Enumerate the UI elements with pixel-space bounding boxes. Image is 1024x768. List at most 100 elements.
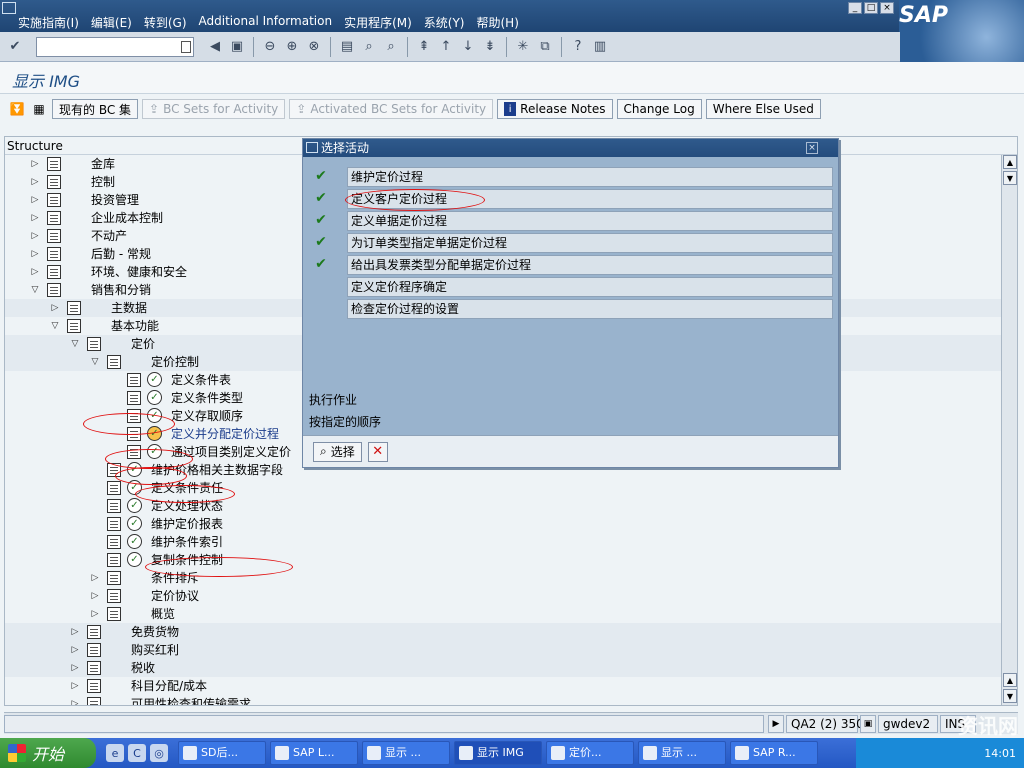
tree-node[interactable]: ✓ 维护定价报表: [5, 515, 1017, 533]
documentation-icon[interactable]: [47, 229, 61, 243]
documentation-icon[interactable]: [67, 301, 81, 315]
expand-triangle-icon[interactable]: ▷: [69, 695, 81, 705]
documentation-icon[interactable]: [107, 571, 121, 585]
tree-node[interactable]: ▷ 税收: [5, 659, 1017, 677]
menu-edit[interactable]: 编辑(E): [91, 14, 132, 31]
execute-activity-icon[interactable]: ✓: [127, 462, 142, 477]
documentation-icon[interactable]: [47, 157, 61, 171]
where-else-used-button[interactable]: Where Else Used: [705, 99, 821, 119]
documentation-icon[interactable]: [87, 697, 101, 705]
expand-triangle-icon[interactable]: ▷: [89, 587, 101, 605]
collapse-triangle-icon[interactable]: ▽: [89, 353, 101, 371]
activated-bc-sets-button[interactable]: ⇪ Activated BC Sets for Activity: [289, 99, 494, 119]
cancel-icon[interactable]: ⊗: [305, 38, 323, 56]
activity-label[interactable]: 维护定价过程: [347, 167, 833, 187]
menu-implementation-guide[interactable]: 实施指南(I): [18, 14, 79, 31]
help-icon[interactable]: ?: [569, 38, 587, 56]
activity-item[interactable]: ✔ 定义单据定价过程: [311, 211, 833, 231]
last-page-icon[interactable]: ⇟: [481, 38, 499, 56]
execute-activity-icon[interactable]: ✓: [147, 372, 162, 387]
find-next-icon[interactable]: ⌕: [382, 38, 400, 56]
bc-sets-for-activity-button[interactable]: ⇪ BC Sets for Activity: [142, 99, 286, 119]
tree-node[interactable]: ▷ 条件排斥: [5, 569, 1017, 587]
status-info-icon[interactable]: ▣: [860, 715, 876, 733]
select-button[interactable]: ⌕ 选择: [313, 441, 362, 462]
documentation-icon[interactable]: [127, 373, 141, 387]
expand-triangle-icon[interactable]: ▷: [69, 641, 81, 659]
task-button[interactable]: 定价...: [546, 741, 634, 765]
activity-label[interactable]: 定义客户定价过程: [347, 189, 833, 209]
tree-node[interactable]: ✓ 定义处理状态: [5, 497, 1017, 515]
tree-node[interactable]: ▷ 科目分配/成本: [5, 677, 1017, 695]
expand-triangle-icon[interactable]: ▷: [29, 155, 41, 173]
tree-icon[interactable]: ▦: [30, 100, 48, 118]
clock[interactable]: 14:01: [984, 747, 1016, 760]
activity-item[interactable]: ✔ 定义客户定价过程: [311, 189, 833, 209]
documentation-icon[interactable]: [127, 427, 141, 441]
activity-label[interactable]: 定义定价程序确定: [347, 277, 833, 297]
menu-system[interactable]: 系统(Y): [424, 14, 465, 31]
task-button-active[interactable]: 显示 IMG: [454, 741, 542, 765]
scroll-up-bottom-icon[interactable]: ▲: [1003, 673, 1017, 687]
activity-item[interactable]: ✔ 给出具发票类型分配单据定价过程: [311, 255, 833, 275]
change-log-button[interactable]: Change Log: [616, 99, 702, 119]
documentation-icon[interactable]: [107, 499, 121, 513]
execute-activity-icon[interactable]: ✓: [127, 516, 142, 531]
activity-label[interactable]: 为订单类型指定单据定价过程: [347, 233, 833, 253]
documentation-icon[interactable]: [47, 211, 61, 225]
tree-node[interactable]: ▷ 可用性检查和传输需求: [5, 695, 1017, 705]
expand-triangle-icon[interactable]: ▷: [29, 227, 41, 245]
browser-icon[interactable]: ◎: [150, 744, 168, 762]
previous-page-icon[interactable]: ↑: [437, 38, 455, 56]
dialog-close-icon[interactable]: ×: [806, 142, 818, 154]
expand-triangle-icon[interactable]: ▷: [69, 659, 81, 677]
documentation-icon[interactable]: [87, 661, 101, 675]
documentation-icon[interactable]: [87, 643, 101, 657]
expand-triangle-icon[interactable]: ▷: [69, 623, 81, 641]
tree-node[interactable]: ✓ 维护条件索引: [5, 533, 1017, 551]
documentation-icon[interactable]: [107, 535, 121, 549]
expand-triangle-icon[interactable]: ▷: [29, 191, 41, 209]
tree-node[interactable]: ✓ 复制条件控制: [5, 551, 1017, 569]
expand-triangle-icon[interactable]: ▷: [29, 173, 41, 191]
execute-activity-icon[interactable]: ✓: [147, 408, 162, 423]
documentation-icon[interactable]: [87, 625, 101, 639]
collapse-triangle-icon[interactable]: ▽: [69, 335, 81, 353]
expand-triangle-icon[interactable]: ▷: [89, 605, 101, 623]
documentation-icon[interactable]: [107, 517, 121, 531]
scroll-down-icon[interactable]: ▼: [1003, 689, 1017, 703]
execute-activity-icon[interactable]: ✓: [127, 498, 142, 513]
documentation-icon[interactable]: [87, 679, 101, 693]
collapse-triangle-icon[interactable]: ▽: [49, 317, 61, 335]
task-button[interactable]: SAP L...: [270, 741, 358, 765]
collapse-triangle-icon[interactable]: ▽: [29, 281, 41, 299]
tree-node[interactable]: ▷ 定价协议: [5, 587, 1017, 605]
activity-label[interactable]: 检查定价过程的设置: [347, 299, 833, 319]
back-arrow-icon[interactable]: ◀: [206, 38, 224, 56]
menu-additional-information[interactable]: Additional Information: [199, 14, 333, 31]
expand-triangle-icon[interactable]: ▷: [29, 245, 41, 263]
documentation-icon[interactable]: [127, 391, 141, 405]
menu-utilities[interactable]: 实用程序(M): [344, 14, 412, 31]
expand-triangle-icon[interactable]: ▷: [49, 299, 61, 317]
expand-triangle-icon[interactable]: ▷: [29, 263, 41, 281]
tree-node[interactable]: ✓ 定义条件责任: [5, 479, 1017, 497]
documentation-icon[interactable]: [87, 337, 101, 351]
enter-check-icon[interactable]: ✔: [6, 38, 24, 56]
documentation-icon[interactable]: [107, 355, 121, 369]
documentation-icon[interactable]: [127, 409, 141, 423]
tree-node[interactable]: ▷ 免费货物: [5, 623, 1017, 641]
minimize-icon[interactable]: _: [848, 2, 862, 14]
documentation-icon[interactable]: [107, 481, 121, 495]
task-button[interactable]: SD后...: [178, 741, 266, 765]
system-info[interactable]: QA2 (2) 350: [786, 715, 864, 733]
scroll-down-small-icon[interactable]: ▼: [1003, 171, 1017, 185]
task-button[interactable]: 显示 ...: [362, 741, 450, 765]
documentation-icon[interactable]: [47, 283, 61, 297]
expand-subtree-icon[interactable]: ⏬: [8, 100, 26, 118]
exit-icon[interactable]: ⊕: [283, 38, 301, 56]
shortcut-icon[interactable]: ⧉: [536, 38, 554, 56]
documentation-icon[interactable]: [67, 319, 81, 333]
activity-label[interactable]: 定义单据定价过程: [347, 211, 833, 231]
menu-help[interactable]: 帮助(H): [476, 14, 518, 31]
